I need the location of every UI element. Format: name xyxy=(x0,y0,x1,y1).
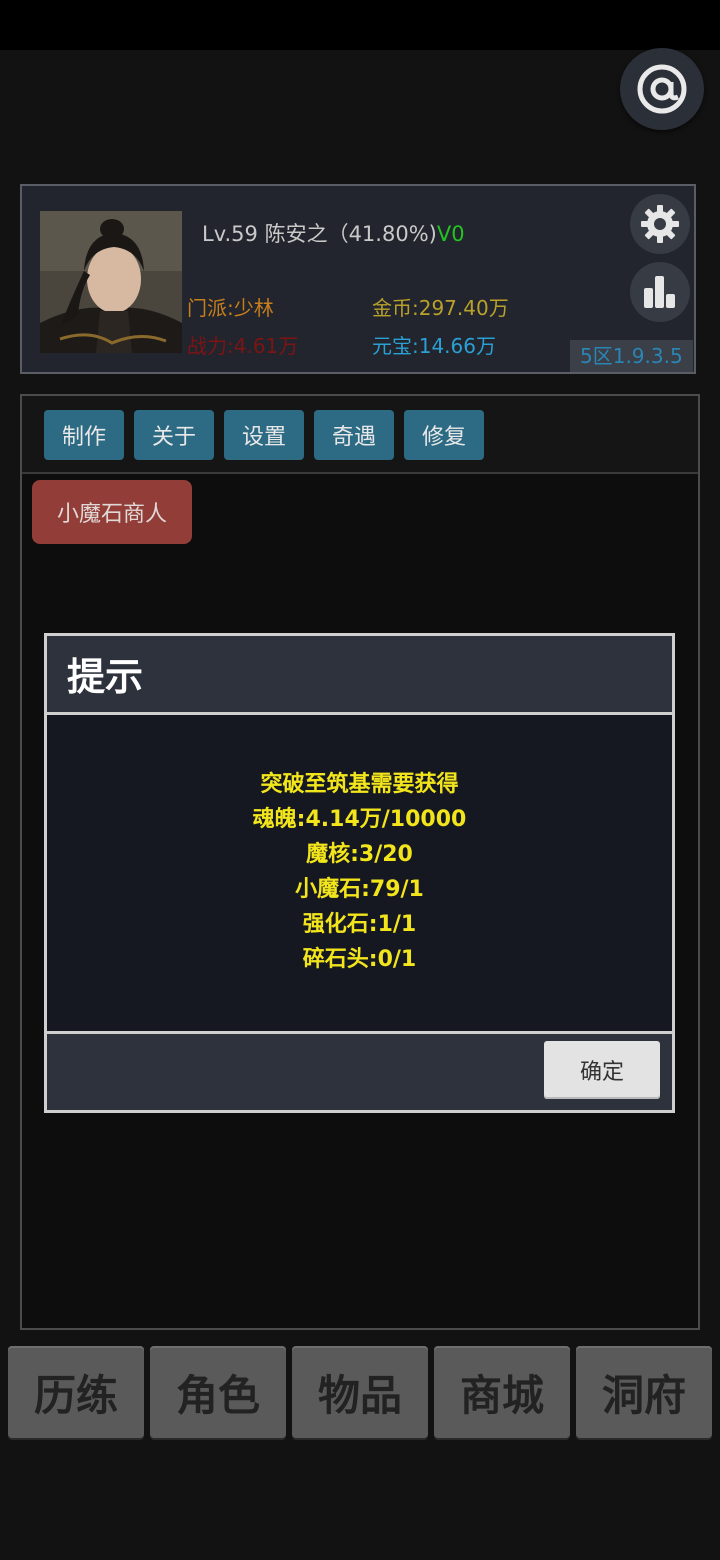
dialog-title: 提示 xyxy=(67,655,144,699)
vip-level: V0 xyxy=(436,222,465,246)
nav-shop[interactable]: 商城 xyxy=(434,1346,570,1438)
dialog-footer: 确定 xyxy=(47,1031,672,1110)
gear-icon xyxy=(641,205,679,243)
ingot-label: 元宝:14.66万 xyxy=(372,334,496,358)
player-level-name: Lv.59 陈安之（41.80%)V0 xyxy=(202,218,465,248)
player-profile-panel: Lv.59 陈安之（41.80%)V0 门派:少林 战力:4.61万 金币:29… xyxy=(20,184,696,374)
dialog-body: 突破至筑基需要获得 魂魄:4.14万/10000 魔核:3/20 小魔石:79/… xyxy=(47,715,672,1031)
nav-cave-dwelling[interactable]: 洞府 xyxy=(576,1346,712,1438)
small-magic-stone-merchant-button[interactable]: 小魔石商人 xyxy=(32,480,192,544)
tab-about[interactable]: 关于 xyxy=(134,410,214,460)
sect-label: 门派:少林 xyxy=(187,296,274,320)
requirement-line: 碎石头:0/1 xyxy=(302,947,417,972)
nav-training[interactable]: 历练 xyxy=(8,1346,144,1438)
ranking-button[interactable] xyxy=(630,262,690,322)
at-button[interactable] xyxy=(620,48,704,130)
requirement-line: 突破至筑基需要获得 xyxy=(260,772,459,797)
requirement-line: 魔核:3/20 xyxy=(306,842,413,867)
gold-label: 金币:297.40万 xyxy=(372,296,509,320)
at-icon xyxy=(637,64,687,114)
requirement-line: 小魔石:79/1 xyxy=(295,877,424,902)
nav-character[interactable]: 角色 xyxy=(150,1346,286,1438)
nav-items[interactable]: 物品 xyxy=(292,1346,428,1438)
status-bar xyxy=(0,0,720,50)
requirement-line: 强化石:1/1 xyxy=(302,912,417,937)
function-tab-bar: 制作 关于 设置 奇遇 修复 xyxy=(22,396,698,474)
tab-settings[interactable]: 设置 xyxy=(224,410,304,460)
bottom-navigation: 历练 角色 物品 商城 洞府 xyxy=(8,1346,712,1442)
dialog-header: 提示 xyxy=(47,636,672,715)
confirm-button[interactable]: 确定 xyxy=(544,1041,660,1099)
tab-adventure[interactable]: 奇遇 xyxy=(314,410,394,460)
bar-chart-icon xyxy=(644,276,675,308)
tab-make[interactable]: 制作 xyxy=(44,410,124,460)
avatar[interactable] xyxy=(40,211,182,353)
requirement-line: 魂魄:4.14万/10000 xyxy=(252,807,467,832)
prompt-dialog: 提示 突破至筑基需要获得 魂魄:4.14万/10000 魔核:3/20 小魔石:… xyxy=(44,633,675,1113)
level-text: Lv.59 陈安之（41.80%) xyxy=(202,222,437,246)
tab-repair[interactable]: 修复 xyxy=(404,410,484,460)
power-label: 战力:4.61万 xyxy=(187,334,299,358)
settings-button[interactable] xyxy=(630,194,690,254)
server-version-badge: 5区1.9.3.5 xyxy=(570,340,693,372)
